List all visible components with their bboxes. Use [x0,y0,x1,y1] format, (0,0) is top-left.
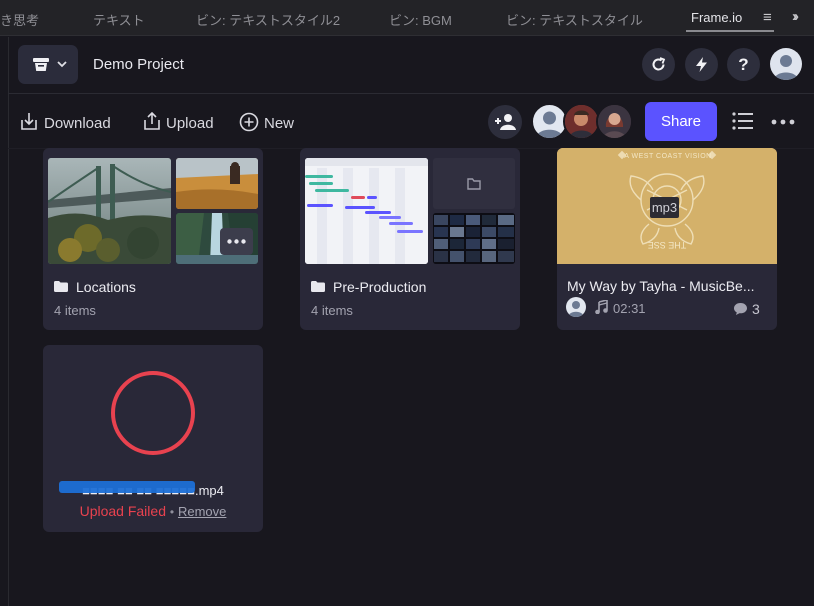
tab-bin-text-style-2[interactable]: ビン: テキストスタイル2 [196,10,340,29]
chevron-down-icon [57,61,67,68]
folder-outline-icon [467,178,481,190]
gantt-screenshot-icon [305,158,428,264]
more-options-icon [227,239,246,244]
overflow-chevron-icon[interactable]: ›› [792,8,799,25]
thumbnail-empty-folder [433,158,515,209]
add-user-icon [495,114,516,130]
tab-frameio[interactable]: Frame.io [691,10,742,25]
project-title: Demo Project [93,56,184,73]
list-view-icon[interactable] [732,111,753,131]
folder-icon [311,281,325,292]
audio-cover-art: A WEST COAST VISION THE SSE mp3 [557,148,777,264]
new-button[interactable]: New [239,112,301,134]
upload-label: Upload [166,115,214,132]
tab-strip: き思考 テキスト ビン: テキストスタイル2 ビン: BGM ビン: テキストス… [0,0,814,36]
help-button[interactable]: ? [727,48,760,81]
audio-duration: 02:31 [613,301,646,316]
lightning-icon [696,57,707,72]
music-note-icon [595,300,608,314]
upload-status-line: Upload Failed • Remove [43,503,263,519]
active-tab-underline [686,30,774,32]
default-avatar-icon [536,111,563,138]
upload-icon [144,112,160,130]
comment-icon [734,303,747,315]
field-photo-icon [176,158,258,209]
more-options-icon[interactable] [771,119,795,125]
bridge-photo-icon [48,158,171,264]
default-avatar-icon [568,301,584,317]
person-photo-icon [565,105,598,138]
thumbnail-gantt-chart [305,158,428,264]
tab-bin-text-style[interactable]: ビン: テキストスタイル [506,10,643,29]
file-card-audio[interactable]: A WEST COAST VISION THE SSE mp3 My Way b… [557,148,777,330]
folder-card-preproduction[interactable]: Pre-Production 4 items [300,148,520,330]
header-divider [8,93,814,94]
tab-text[interactable]: テキスト [93,10,145,29]
collaborator-avatar-3[interactable] [596,103,633,140]
download-icon [21,113,37,130]
card-subtitle: 4 items [311,303,353,318]
file-type-badge: mp3 [650,197,679,218]
help-icon: ? [738,55,749,74]
refresh-button[interactable] [642,48,675,81]
panel-menu-icon[interactable]: ≡ [763,9,772,26]
quick-actions-button[interactable] [685,48,718,81]
file-card-failed-upload[interactable]: ■■■■ ■■ ■■ ■■■■■.mp4 Upload Failed • Rem… [43,345,263,532]
storyboard-grid-icon [433,213,515,264]
collaborator-avatar-2[interactable] [563,103,600,140]
folder-icon [54,281,68,292]
download-button[interactable]: Download [20,112,120,134]
project-box-icon [33,58,49,71]
default-avatar-icon [774,55,798,80]
upload-button[interactable]: Upload [143,112,223,134]
user-avatar[interactable] [770,48,802,80]
thumbnail-more-button[interactable] [220,228,253,255]
uploader-avatar [566,297,586,317]
card-title: Pre-Production [333,279,427,295]
card-title: My Way by Tayha - MusicBe... [567,278,755,294]
tab-thinking[interactable]: き思考 [0,10,39,29]
plus-circle-icon [239,112,259,132]
card-subtitle: 4 items [54,303,96,318]
status-separator: • [169,505,175,519]
project-switcher-button[interactable] [18,45,78,84]
remove-link[interactable]: Remove [178,504,226,519]
thumbnail-storyboard [433,213,515,264]
invite-user-button[interactable] [488,105,522,139]
upload-failed-status: Upload Failed [79,503,166,519]
cover-bottom-text: THE SSE [647,240,687,250]
thumbnail-bridge [48,158,171,264]
frameio-panel-window: き思考 テキスト ビン: テキストスタイル2 ビン: BGM ビン: テキストス… [0,0,814,606]
share-button[interactable]: Share [645,102,717,141]
redaction-mark [59,481,195,493]
error-ring-icon [111,371,195,455]
thumbnail-waterfall [176,213,258,264]
card-title: Locations [76,279,136,295]
comment-count: 3 [752,301,760,317]
person-photo-icon [598,105,631,138]
tab-bin-bgm[interactable]: ビン: BGM [389,10,452,29]
folder-card-locations[interactable]: Locations 4 items [43,148,263,330]
thumbnail-field [176,158,258,209]
refresh-icon [652,57,666,71]
cover-top-text: A WEST COAST VISION [624,153,712,160]
new-label: New [264,115,295,132]
download-label: Download [44,115,111,132]
